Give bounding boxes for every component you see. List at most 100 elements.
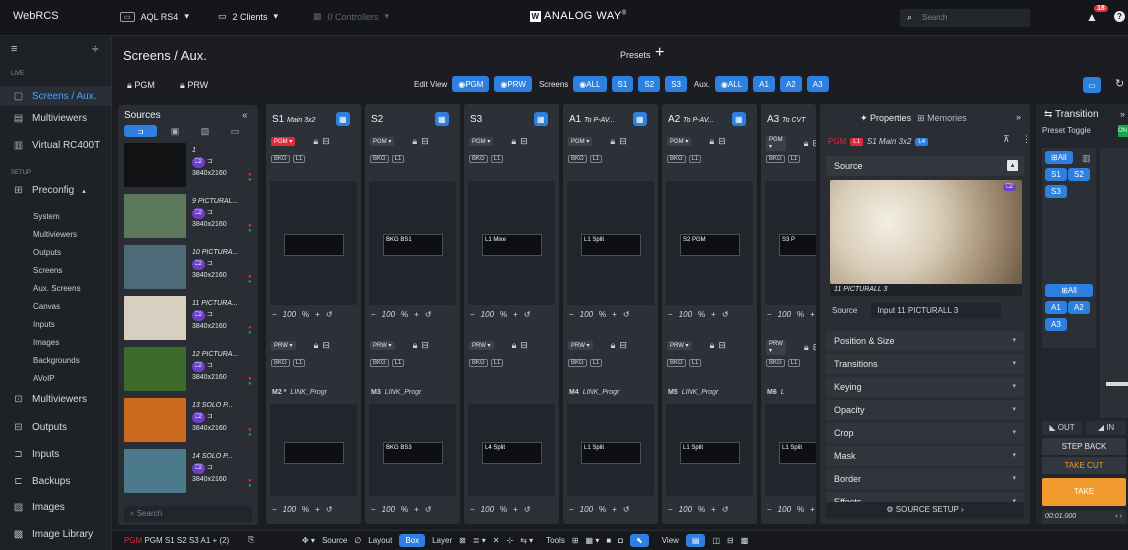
property-section[interactable]: Opacity ▾ (826, 400, 1024, 420)
trans-a3-button[interactable]: A3 (1045, 318, 1067, 331)
trans-a2-button[interactable]: A2 (1068, 301, 1090, 314)
source-setup-button[interactable]: ⚙ SOURCE SETUP › (826, 502, 1024, 518)
zoom-in-icon[interactable]: + (513, 310, 518, 319)
nav-sub-images[interactable]: Images (33, 338, 59, 347)
view-screen-icon[interactable]: ▭ (223, 126, 247, 137)
reset-icon[interactable]: ↺ (623, 310, 630, 319)
screens-all-toggle[interactable]: ⊞ All (1045, 151, 1073, 164)
trans-s2-button[interactable]: S2 (1068, 168, 1090, 181)
trans-s3-button[interactable]: S3 (1045, 185, 1067, 198)
screen-s1-button[interactable]: S1 (611, 76, 634, 92)
edit-icon[interactable]: ⊟ (520, 136, 528, 147)
zoom-in-icon[interactable]: + (810, 310, 815, 319)
zoom-out-icon[interactable]: − (767, 310, 772, 319)
fit-icon[interactable]: ⊹ (506, 536, 513, 545)
edit-icon[interactable]: ⊟ (718, 340, 726, 351)
pgm-preview[interactable]: S2 PGM (666, 181, 753, 305)
prw-preview[interactable]: BKG BS3 (369, 404, 456, 496)
layer-count-icon[interactable]: ▦ (534, 112, 548, 126)
reset-icon[interactable]: ↺ (524, 310, 531, 319)
frame-icon[interactable]: ◘ (618, 536, 623, 545)
take-cut-button[interactable]: TAKE CUT (1042, 457, 1126, 474)
zoom-out-icon[interactable]: − (470, 310, 475, 319)
tab-memories[interactable]: ⊞ Memories (917, 113, 967, 124)
lock-icon[interactable]: 🔒︎ (313, 136, 318, 147)
aux-all-toggle[interactable]: ⊞ All (1045, 284, 1093, 297)
view-list-icon[interactable]: ⊐ (124, 125, 157, 137)
prw-dropdown[interactable]: PRW ▾ (469, 341, 494, 350)
property-section[interactable]: Transitions ▾ (826, 354, 1024, 374)
pgm-preview[interactable]: L1 Split (567, 181, 654, 305)
nav-sub-multiviewers[interactable]: Multiviewers (33, 230, 77, 239)
menu-icon[interactable]: ≡ (11, 43, 17, 55)
duration-field[interactable]: 00:01.000 ‹ › (1042, 510, 1126, 524)
edit-view-prw-button[interactable]: ◉ PRW (494, 76, 532, 92)
view-split-icon[interactable]: ◫ (712, 536, 720, 545)
reset-icon[interactable]: ↺ (326, 505, 333, 514)
edit-icon[interactable]: ⊟ (421, 340, 429, 351)
layer-count-icon[interactable]: ▦ (435, 112, 449, 126)
property-section[interactable]: Border ▾ (826, 469, 1024, 489)
lock-icon[interactable]: 🔒︎ (804, 138, 809, 149)
zoom-in-icon[interactable]: + (612, 505, 617, 514)
edit-icon[interactable]: ⊟ (813, 342, 816, 353)
property-section[interactable]: Keying ▾ (826, 377, 1024, 397)
out-button[interactable]: ◣ OUT (1042, 421, 1082, 435)
zoom-out-icon[interactable]: − (569, 505, 574, 514)
zoom-out-icon[interactable]: − (272, 310, 277, 319)
edit-view-pgm-button[interactable]: ◉ PGM (452, 76, 490, 92)
step-back-button[interactable]: STEP BACK (1042, 438, 1126, 455)
source-section-header[interactable]: Source ▴ (826, 156, 1024, 176)
lock-icon[interactable]: 🔒︎ (512, 340, 517, 351)
layer-count-icon[interactable]: ▦ (633, 112, 647, 126)
property-section[interactable]: Crop ▾ (826, 423, 1024, 443)
nav-sub-inputs[interactable]: Inputs (33, 320, 55, 329)
view-layers-icon[interactable]: ▧ (193, 126, 217, 137)
nav-item-backups[interactable]: ⊏ Backups (0, 476, 112, 487)
help-icon[interactable]: ? (1114, 11, 1125, 22)
nav-item-preconfig[interactable]: ⊞ Preconfig ▴ (0, 185, 112, 196)
expand-props-icon[interactable]: » (1016, 112, 1021, 122)
align-icon[interactable]: ≣ ▾ (473, 536, 486, 545)
pgm-preview[interactable]: L1 Mixe (468, 181, 555, 305)
prw-preview[interactable]: L1 Split (765, 404, 816, 496)
layer-count-icon[interactable]: ▦ (732, 112, 746, 126)
edit-icon[interactable]: ⊟ (322, 340, 330, 351)
lock-icon[interactable]: 🔒︎ (710, 340, 715, 351)
aux-a2-button[interactable]: A2 (779, 76, 802, 92)
nav-sub-aux-screens[interactable]: Aux. Screens (33, 284, 81, 293)
zoom-out-icon[interactable]: − (668, 505, 673, 514)
zoom-in-icon[interactable]: + (414, 310, 419, 319)
pgm-dropdown[interactable]: PGM ▾ (766, 136, 786, 151)
layer-count-icon[interactable]: ▦ (336, 112, 350, 126)
zoom-in-icon[interactable]: + (612, 310, 617, 319)
collapse-sources-icon[interactable]: « (242, 110, 248, 121)
reset-icon[interactable]: ↺ (524, 505, 531, 514)
edit-icon[interactable]: ⊟ (421, 136, 429, 147)
clear-icon[interactable]: ∅ (354, 536, 361, 545)
align-icon[interactable]: ⊼ (1003, 134, 1010, 145)
reset-icon[interactable]: ↺ (722, 505, 729, 514)
zoom-in-icon[interactable]: + (414, 505, 419, 514)
lock-icon[interactable]: 🔒︎ (314, 340, 319, 351)
nav-item-image-library[interactable]: ▩ Image Library (0, 529, 112, 540)
in-button[interactable]: ◢ IN (1086, 421, 1126, 435)
lock-icon[interactable]: 🔒︎ (709, 136, 714, 147)
refresh-icon[interactable]: ↻ (1115, 77, 1124, 90)
view-stack-icon[interactable]: ⊟ (727, 536, 734, 545)
prw-preview[interactable]: L1 Split (666, 404, 753, 496)
search-input[interactable]: Search (900, 9, 1030, 27)
edit-icon[interactable]: ⊟ (322, 136, 330, 147)
screen-s3-button[interactable]: S3 (665, 76, 687, 92)
grid-tool-icon[interactable]: ⊞ (572, 536, 579, 545)
pgm-dropdown[interactable]: PGM ▾ (370, 137, 395, 146)
nav-sub-canvas[interactable]: Canvas (33, 302, 60, 311)
collapse-icon[interactable]: ÷ (92, 42, 99, 56)
nav-sub-system[interactable]: System (33, 212, 60, 221)
nav-sub-screens[interactable]: Screens (33, 266, 62, 275)
lock-icon[interactable]: 🔒︎ (610, 136, 615, 147)
device-selector[interactable]: ▭ AQL RS4 ▾ (120, 11, 189, 22)
zoom-in-icon[interactable]: + (315, 505, 320, 514)
reset-icon[interactable]: ↺ (623, 505, 630, 514)
view-grid-icon[interactable]: ▩ (741, 536, 749, 545)
